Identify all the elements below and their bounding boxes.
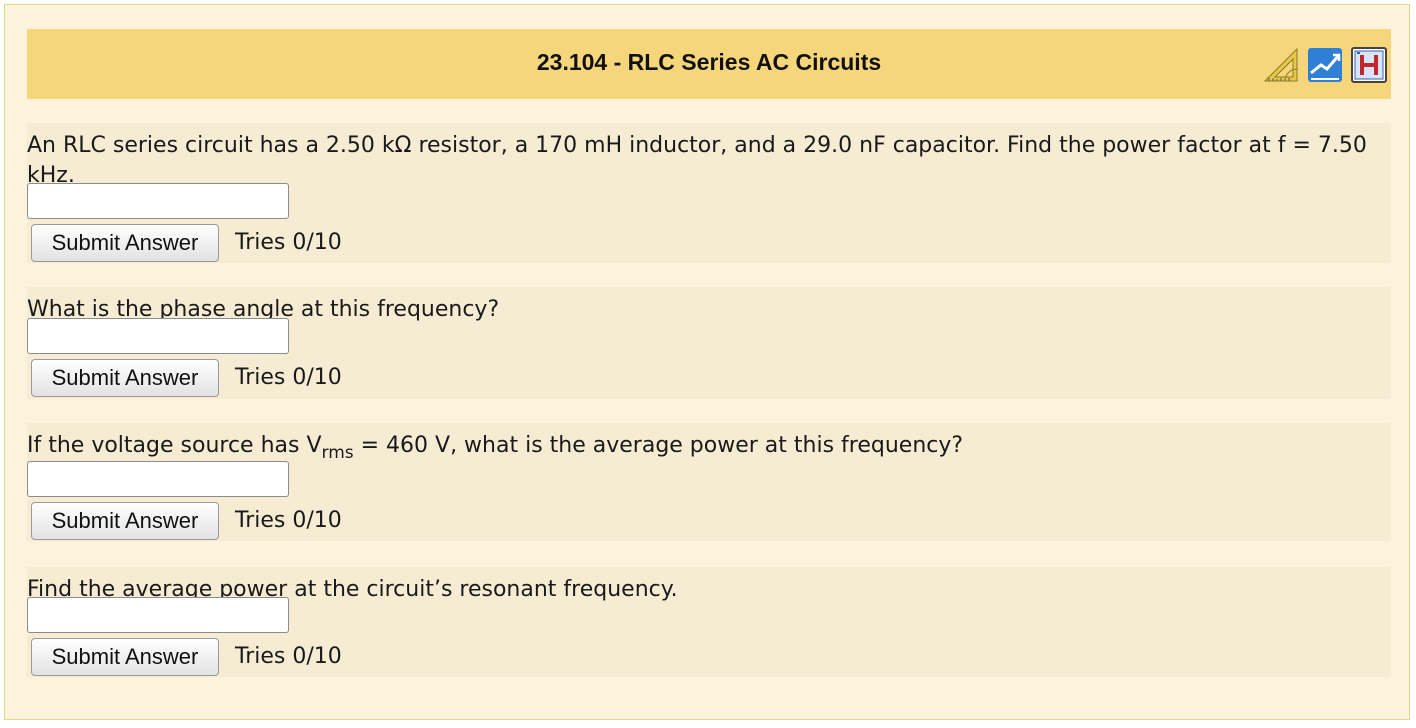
question-3: If the voltage source has Vrms = 460 V, … bbox=[27, 423, 1391, 541]
problem-panel: 23.104 - RLC Series AC Circuits An RLC s… bbox=[4, 4, 1410, 720]
protractor-ruler-icon[interactable] bbox=[1263, 47, 1299, 83]
answer-input-4[interactable] bbox=[27, 597, 289, 633]
answer-input-2[interactable] bbox=[27, 318, 289, 354]
tries-counter-2: Tries 0/10 bbox=[235, 365, 342, 390]
submit-answer-button-1[interactable]: Submit Answer bbox=[31, 224, 219, 262]
tries-counter-4: Tries 0/10 bbox=[235, 644, 342, 669]
question-1-text: An RLC series circuit has a 2.50 kΩ resi… bbox=[27, 133, 1367, 188]
question-3-text-subscript: rms bbox=[321, 443, 354, 463]
submit-answer-button-4[interactable]: Submit Answer bbox=[31, 638, 219, 676]
question-3-text-before: If the voltage source has V bbox=[27, 433, 322, 458]
problem-title: 23.104 - RLC Series AC Circuits bbox=[536, 49, 882, 75]
header-icons bbox=[1263, 47, 1387, 83]
answer-input-1[interactable] bbox=[27, 183, 289, 219]
submit-answer-button-2[interactable]: Submit Answer bbox=[31, 359, 219, 397]
tries-counter-1: Tries 0/10 bbox=[235, 230, 342, 255]
question-3-text-after: = 460 V, what is the average power at th… bbox=[353, 433, 964, 458]
tries-counter-3: Tries 0/10 bbox=[235, 508, 342, 533]
hint-icon[interactable] bbox=[1351, 47, 1387, 83]
question-1: An RLC series circuit has a 2.50 kΩ resi… bbox=[27, 123, 1391, 263]
question-4: Find the average power at the circuit’s … bbox=[27, 567, 1391, 677]
submit-answer-button-3[interactable]: Submit Answer bbox=[31, 502, 219, 540]
answer-input-3[interactable] bbox=[27, 461, 289, 497]
question-2: What is the phase angle at this frequenc… bbox=[27, 287, 1391, 399]
feedback-chart-icon[interactable] bbox=[1307, 47, 1343, 83]
question-3-text: If the voltage source has Vrms = 460 V, … bbox=[27, 431, 1377, 463]
problem-header: 23.104 - RLC Series AC Circuits bbox=[27, 29, 1391, 99]
